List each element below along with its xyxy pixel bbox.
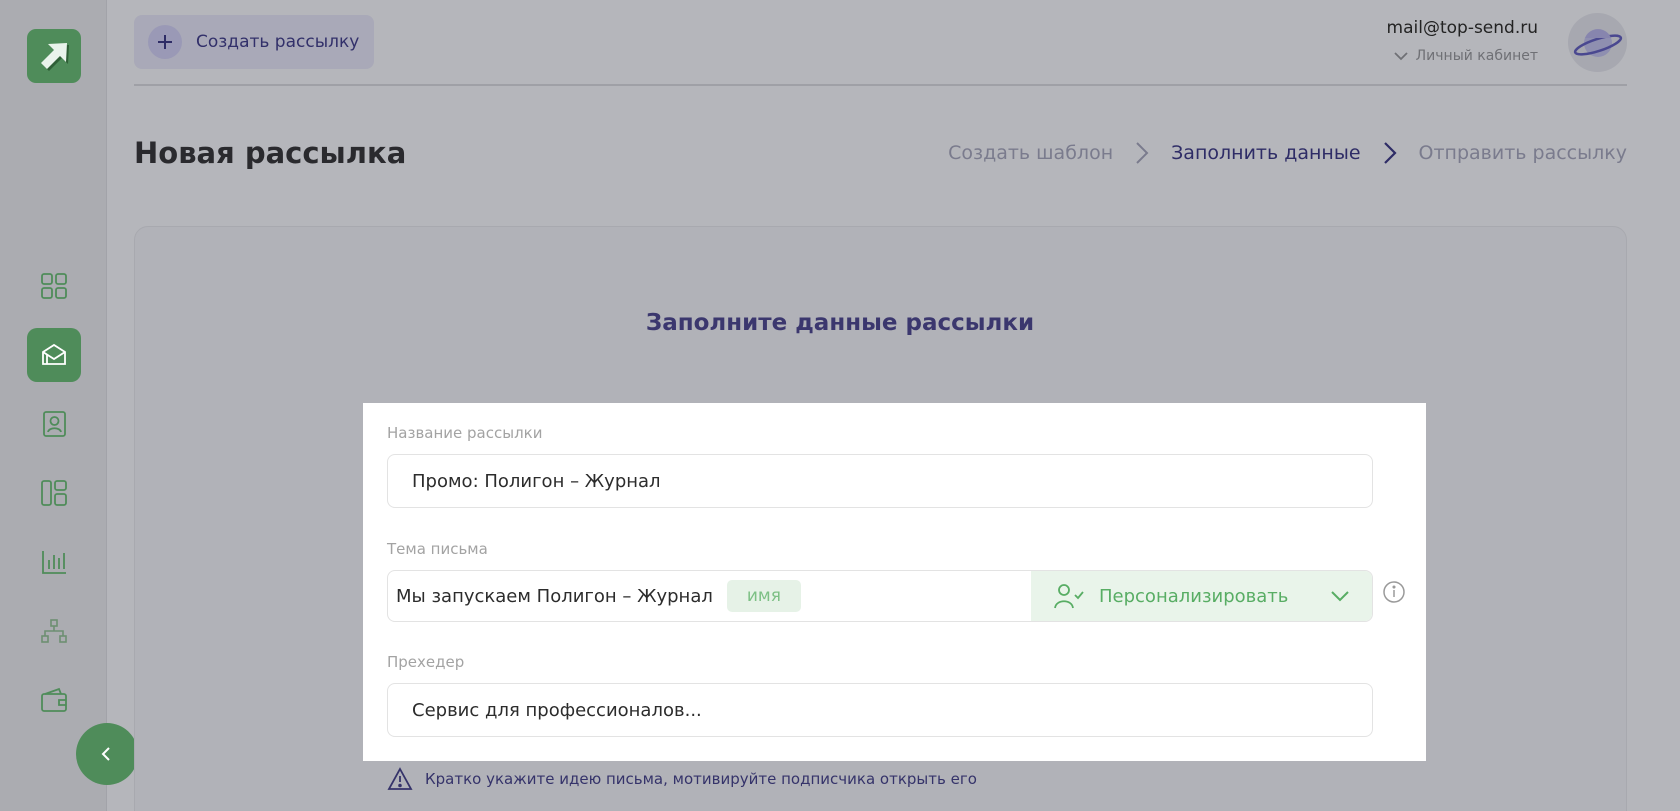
app-logo[interactable] bbox=[27, 29, 81, 83]
subject-field: Мы запускаем Полигон – Журнал имя Персон… bbox=[387, 570, 1373, 622]
account-menu-label: Личный кабинет bbox=[1415, 48, 1538, 64]
nav-structure[interactable] bbox=[27, 604, 81, 658]
form-heading: Заполните данные рассылки bbox=[645, 310, 1035, 336]
mailing-name-value: Промо: Полигон – Журнал bbox=[412, 470, 661, 492]
templates-layout-icon bbox=[41, 480, 67, 506]
statistics-chart-icon bbox=[42, 551, 66, 574]
info-icon[interactable] bbox=[1382, 580, 1406, 604]
nav-mailings[interactable] bbox=[27, 328, 81, 382]
header-divider bbox=[134, 84, 1627, 86]
warning-triangle-icon bbox=[387, 767, 413, 790]
plus-icon bbox=[148, 25, 182, 59]
page-title: Новая рассылка bbox=[134, 136, 407, 170]
form-card: Название рассылки Промо: Полигон – Журна… bbox=[363, 403, 1426, 761]
nav-wallet[interactable] bbox=[27, 673, 81, 727]
dashboard-grid-icon bbox=[41, 273, 67, 299]
subject-input[interactable]: Мы запускаем Полигон – Журнал имя bbox=[388, 571, 1031, 621]
step-create-template[interactable]: Создать шаблон bbox=[948, 142, 1113, 164]
planet-icon bbox=[1573, 28, 1622, 57]
chevron-right-icon bbox=[1135, 141, 1149, 165]
hint-text: Кратко укажите идею письма, мотивируйте … bbox=[425, 770, 977, 788]
wizard-steps: Создать шаблон Заполнить данные Отправит… bbox=[948, 141, 1627, 165]
structure-tree-icon bbox=[41, 619, 67, 643]
name-field-label: Название рассылки bbox=[387, 424, 543, 442]
preheader-field-label: Прехедер bbox=[387, 653, 465, 671]
chevron-down-icon bbox=[1394, 52, 1408, 61]
sidebar bbox=[0, 0, 138, 811]
wallet-icon bbox=[41, 687, 67, 712]
chevron-right-icon bbox=[1383, 141, 1397, 165]
mailing-name-input[interactable]: Промо: Полигон – Журнал bbox=[387, 454, 1373, 508]
avatar[interactable] bbox=[1568, 13, 1627, 72]
subject-value: Мы запускаем Полигон – Журнал bbox=[396, 585, 713, 607]
collapse-sidebar-button[interactable] bbox=[76, 723, 138, 785]
personalize-dropdown[interactable]: Персонализировать bbox=[1031, 571, 1372, 621]
chevron-down-icon bbox=[1330, 590, 1350, 602]
mail-campaign-icon bbox=[42, 343, 66, 365]
chevron-left-icon bbox=[101, 747, 110, 761]
arrow-up-right-icon bbox=[41, 43, 69, 71]
nav-dashboard[interactable] bbox=[27, 259, 81, 313]
personalize-label: Персонализировать bbox=[1099, 585, 1289, 607]
nav-statistics[interactable] bbox=[27, 535, 81, 589]
create-mailing-label: Создать рассылку bbox=[196, 32, 360, 52]
user-email: mail@top-send.ru bbox=[1386, 18, 1538, 38]
preheader-value: Сервис для профессионалов... bbox=[412, 699, 702, 721]
create-mailing-button[interactable]: Создать рассылку bbox=[134, 15, 374, 69]
contacts-book-icon bbox=[43, 411, 66, 437]
step-send-mailing[interactable]: Отправить рассылку bbox=[1419, 142, 1627, 164]
preheader-input[interactable]: Сервис для профессионалов... bbox=[387, 683, 1373, 737]
hint-message: Кратко укажите идею письма, мотивируйте … bbox=[387, 767, 977, 791]
personalization-tag[interactable]: имя bbox=[726, 580, 801, 612]
step-fill-data[interactable]: Заполнить данные bbox=[1171, 142, 1360, 164]
nav-contacts[interactable] bbox=[27, 397, 81, 451]
subject-field-label: Тема письма bbox=[387, 540, 488, 558]
nav-templates[interactable] bbox=[27, 466, 81, 520]
account-menu-toggle[interactable]: Личный кабинет bbox=[1394, 48, 1538, 64]
user-check-icon bbox=[1054, 584, 1084, 609]
